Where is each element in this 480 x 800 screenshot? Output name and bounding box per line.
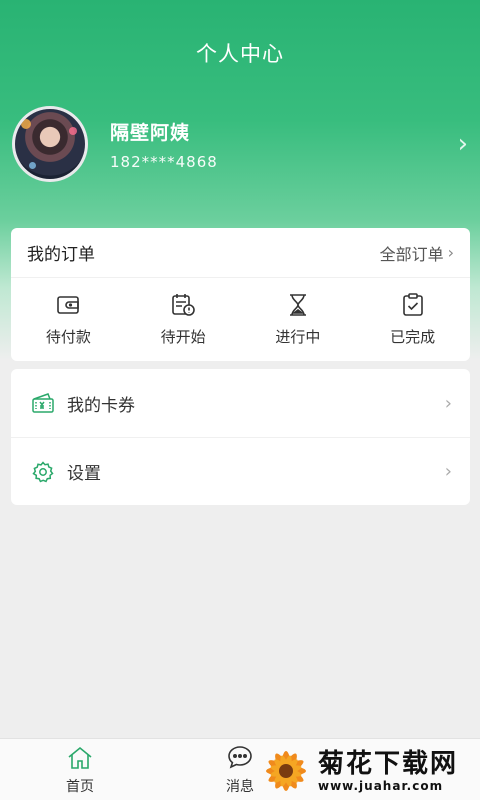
profile-name: 隔壁阿姨 xyxy=(110,121,191,144)
order-status-completed[interactable]: 已完成 xyxy=(355,278,470,361)
order-status-label: 已完成 xyxy=(390,328,436,346)
settings-gear-icon xyxy=(32,460,54,482)
clipboard-check-icon xyxy=(402,293,423,316)
avatar[interactable] xyxy=(12,106,88,182)
orders-card: 我的订单 全部订单 › 待付款 待开始 进行中 已完成 xyxy=(11,228,470,361)
menu-item-coupons[interactable]: 我的卡券 › xyxy=(11,369,470,437)
coupon-icon xyxy=(32,393,54,413)
watermark-url: www.juahar.com xyxy=(318,779,444,793)
chevron-right-icon: › xyxy=(444,461,452,482)
flower-logo-icon xyxy=(266,751,306,791)
order-status-in-progress[interactable]: 进行中 xyxy=(241,278,356,361)
tab-label: 首页 xyxy=(66,778,94,795)
watermark: 菊花下载网 www.juahar.com xyxy=(260,742,480,800)
tab-home[interactable]: 首页 xyxy=(0,739,160,800)
order-status-label: 待开始 xyxy=(160,328,206,346)
order-status-not-started[interactable]: 待开始 xyxy=(126,278,241,361)
profile-card[interactable]: 隔壁阿姨 182****4868 › xyxy=(12,104,480,184)
chevron-right-icon[interactable]: › xyxy=(458,131,468,157)
tab-label: 消息 xyxy=(226,778,254,795)
profile-phone: 182****4868 xyxy=(110,152,218,171)
order-status-label: 待付款 xyxy=(45,328,91,346)
menu-item-label: 设置 xyxy=(67,464,101,484)
menu-card: 我的卡券 › 设置 › xyxy=(11,369,470,505)
watermark-title: 菊花下载网 xyxy=(318,749,459,779)
menu-item-label: 我的卡券 xyxy=(67,395,135,416)
wallet-icon xyxy=(57,296,80,314)
chevron-right-icon: › xyxy=(447,243,454,262)
all-orders-label: 全部订单 xyxy=(379,244,444,264)
chat-bubble-icon xyxy=(228,745,252,768)
pending-calendar-icon xyxy=(172,294,195,316)
hourglass-icon xyxy=(289,294,306,316)
page-title: 个人中心 xyxy=(196,42,284,66)
menu-item-settings[interactable]: 设置 › xyxy=(11,437,470,505)
order-status-pending-payment[interactable]: 待付款 xyxy=(11,278,126,361)
chevron-right-icon: › xyxy=(444,392,452,414)
order-status-label: 进行中 xyxy=(275,328,321,346)
home-icon xyxy=(68,746,92,769)
orders-title: 我的订单 xyxy=(27,245,95,265)
all-orders-link[interactable]: 全部订单 › xyxy=(380,241,454,265)
